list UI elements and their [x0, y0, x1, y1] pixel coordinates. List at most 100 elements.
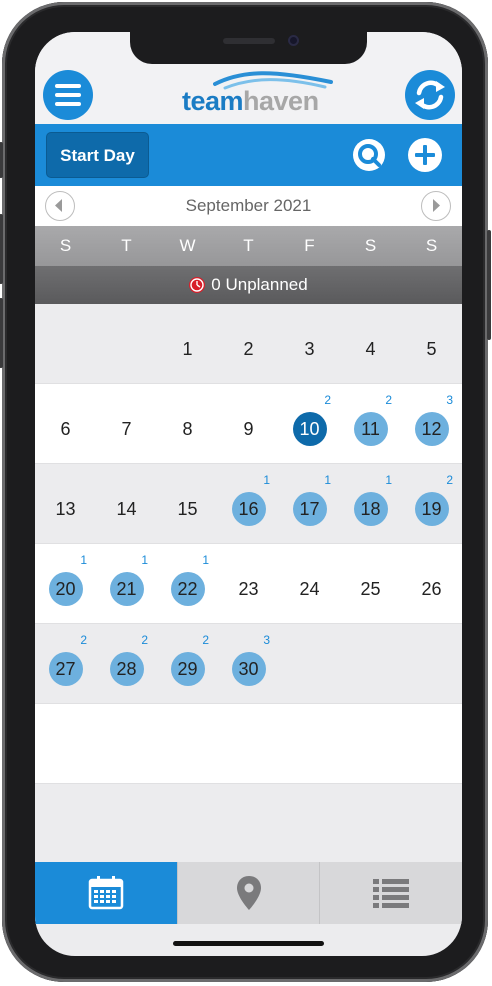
- chevron-right-icon: [433, 199, 440, 212]
- calendar-day[interactable]: 21: [109, 571, 144, 606]
- sync-button[interactable]: [405, 70, 455, 120]
- calendar-cell[interactable]: 23: [218, 544, 279, 623]
- tab-map[interactable]: [178, 862, 321, 924]
- event-count-badge: 2: [202, 633, 209, 647]
- calendar-cell[interactable]: 1: [157, 304, 218, 383]
- menu-button[interactable]: [43, 70, 93, 120]
- calendar-cell: [35, 304, 96, 383]
- calendar-day[interactable]: 3: [293, 332, 327, 366]
- calendar-day-selected[interactable]: 10: [292, 411, 327, 446]
- calendar-day[interactable]: 18: [353, 491, 388, 526]
- hamburger-icon: [55, 84, 81, 106]
- event-count-badge: 1: [324, 473, 331, 487]
- search-icon[interactable]: [351, 137, 387, 173]
- calendar-day[interactable]: 8: [171, 412, 205, 446]
- home-indicator[interactable]: [173, 941, 324, 946]
- calendar-cell[interactable]: 11 2: [340, 384, 401, 463]
- calendar-cell[interactable]: 12 3: [401, 384, 462, 463]
- calendar-day[interactable]: 24: [293, 572, 327, 606]
- calendar-cell[interactable]: 6: [35, 384, 96, 463]
- calendar-cell: [96, 304, 157, 383]
- calendar-day[interactable]: 4: [354, 332, 388, 366]
- calendar-cell[interactable]: 26: [401, 544, 462, 623]
- calendar-cell[interactable]: 20 1: [35, 544, 96, 623]
- calendar-week-row: 20 1 21 1 22 1 23 24 25 26: [35, 544, 462, 624]
- logo-text-team: team: [182, 86, 244, 116]
- tab-calendar[interactable]: [35, 862, 178, 924]
- start-day-button[interactable]: Start Day: [46, 132, 149, 178]
- calendar-day[interactable]: 22: [170, 571, 205, 606]
- calendar-day[interactable]: 11: [353, 411, 388, 446]
- calendar-cell[interactable]: 17 1: [279, 464, 340, 543]
- weekday-label: W: [179, 236, 196, 255]
- calendar-cell: [279, 704, 340, 783]
- calendar-day[interactable]: 15: [171, 492, 205, 526]
- calendar-cell[interactable]: 19 2: [401, 464, 462, 543]
- calendar-day[interactable]: 30: [231, 651, 266, 686]
- calendar-week-row: 27 2 28 2 29 2 30 3: [35, 624, 462, 704]
- calendar-day[interactable]: 2: [232, 332, 266, 366]
- calendar-day[interactable]: 27: [48, 651, 83, 686]
- month-title: September 2021: [185, 196, 312, 215]
- phone-frame: teamhaven Start Day September 2021 S T W…: [0, 2, 491, 982]
- list-icon: [373, 879, 410, 908]
- weekday-label: F: [304, 236, 315, 255]
- speaker-grille: [223, 38, 275, 44]
- calendar-day[interactable]: 9: [232, 412, 266, 446]
- calendar-cell[interactable]: 16 1: [218, 464, 279, 543]
- calendar-cell[interactable]: 15: [157, 464, 218, 543]
- calendar-cell: [35, 704, 96, 783]
- calendar-cell[interactable]: 30 3: [218, 624, 279, 703]
- calendar-day[interactable]: 14: [110, 492, 144, 526]
- calendar-cell[interactable]: 22 1: [157, 544, 218, 623]
- calendar-day[interactable]: 16: [231, 491, 266, 526]
- power-button: [487, 230, 491, 340]
- calendar-day[interactable]: 12: [414, 411, 449, 446]
- calendar-day[interactable]: 19: [414, 491, 449, 526]
- calendar-day[interactable]: 25: [354, 572, 388, 606]
- calendar-cell: [340, 704, 401, 783]
- calendar-cell[interactable]: 9: [218, 384, 279, 463]
- calendar-cell[interactable]: 2: [218, 304, 279, 383]
- calendar-day[interactable]: 6: [49, 412, 83, 446]
- calendar-cell[interactable]: 29 2: [157, 624, 218, 703]
- calendar-cell[interactable]: 3: [279, 304, 340, 383]
- tab-list[interactable]: [320, 862, 462, 924]
- calendar-cell[interactable]: 18 1: [340, 464, 401, 543]
- calendar-day[interactable]: 20: [48, 571, 83, 606]
- calendar-cell[interactable]: 14: [96, 464, 157, 543]
- calendar-day[interactable]: 17: [292, 491, 327, 526]
- mute-switch: [0, 142, 3, 178]
- toolbar: Start Day: [35, 124, 462, 186]
- calendar-day[interactable]: 23: [232, 572, 266, 606]
- calendar-cell[interactable]: 24: [279, 544, 340, 623]
- calendar-cell: [96, 704, 157, 783]
- calendar-cell[interactable]: 10 2: [279, 384, 340, 463]
- calendar-cell[interactable]: 4: [340, 304, 401, 383]
- weekday-label: S: [59, 236, 72, 255]
- calendar-cell[interactable]: 8: [157, 384, 218, 463]
- add-icon[interactable]: [407, 137, 443, 173]
- calendar-cell[interactable]: 13: [35, 464, 96, 543]
- calendar-day[interactable]: 7: [110, 412, 144, 446]
- calendar-cell[interactable]: 21 1: [96, 544, 157, 623]
- calendar-week-row: 6 7 8 9 10 2 11 2 12 3: [35, 384, 462, 464]
- event-count-badge: 2: [80, 633, 87, 647]
- unplanned-bar[interactable]: 0 Unplanned: [35, 266, 462, 304]
- calendar-cell[interactable]: 25: [340, 544, 401, 623]
- calendar-cell: [340, 624, 401, 703]
- calendar-cell[interactable]: 28 2: [96, 624, 157, 703]
- calendar-day[interactable]: 1: [171, 332, 205, 366]
- calendar-day[interactable]: 28: [109, 651, 144, 686]
- calendar-day[interactable]: 26: [415, 572, 449, 606]
- calendar-day[interactable]: 5: [415, 332, 449, 366]
- calendar-week-row: 13 14 15 16 1 17 1 18 1 19 2: [35, 464, 462, 544]
- calendar-cell[interactable]: 5: [401, 304, 462, 383]
- calendar-cell[interactable]: 27 2: [35, 624, 96, 703]
- calendar-day[interactable]: 13: [49, 492, 83, 526]
- next-month-button[interactable]: [421, 191, 451, 221]
- event-count-badge: 2: [385, 393, 392, 407]
- calendar-cell[interactable]: 7: [96, 384, 157, 463]
- weekday-header: S T W T F S S: [35, 226, 462, 266]
- calendar-day[interactable]: 29: [170, 651, 205, 686]
